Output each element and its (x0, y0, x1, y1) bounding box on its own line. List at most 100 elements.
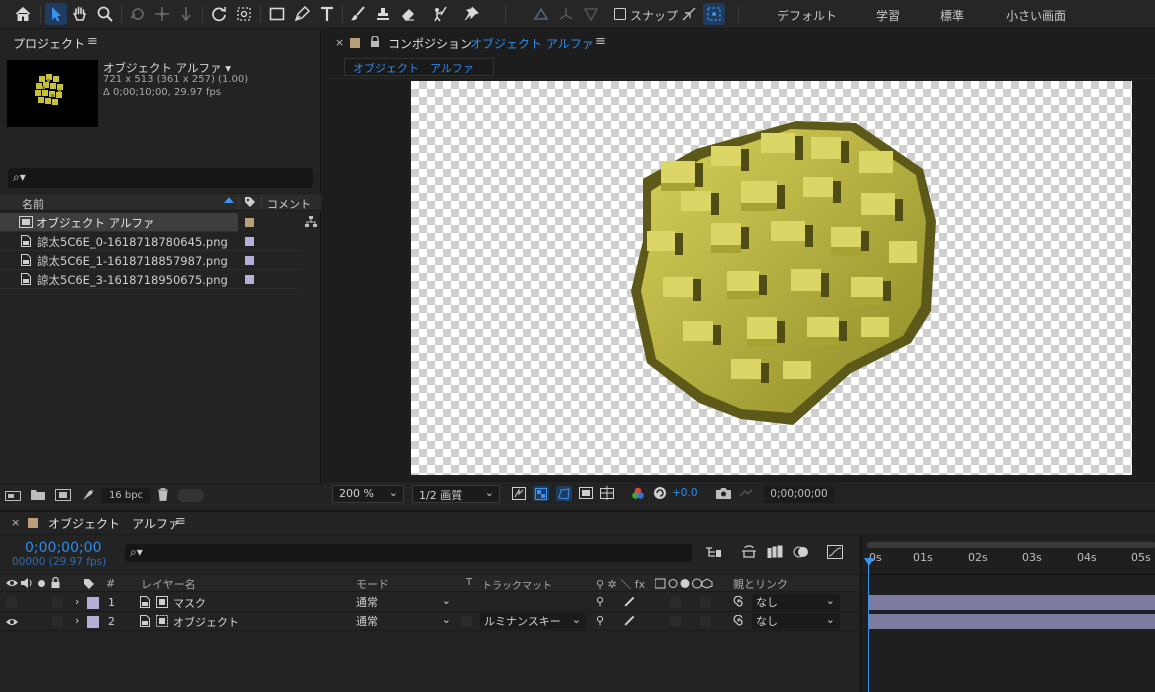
effect-switch[interactable] (670, 616, 681, 627)
label-color-swatch[interactable] (245, 218, 254, 227)
parent-dropdown[interactable]: なし ⌄ (752, 613, 840, 629)
snap-feather-icon[interactable] (678, 3, 700, 25)
label-color-swatch[interactable] (245, 275, 254, 284)
brush-tool-icon[interactable] (347, 3, 369, 25)
comp-tab-name[interactable]: オブジェクト アルファ (470, 35, 594, 52)
workspace-default[interactable]: デフォルト (777, 7, 837, 24)
label-tag-icon[interactable] (83, 578, 95, 590)
dolly-camera-icon[interactable] (175, 3, 197, 25)
anchor-point-tool-icon[interactable] (233, 3, 255, 25)
timeline-tab-name[interactable]: オブジェクト アルファ (48, 515, 180, 532)
workspace-small-screen[interactable]: 小さい画面 (1006, 7, 1066, 24)
project-item-file[interactable]: 諒太5C6E_3-1618718950675.png (0, 270, 300, 289)
lock-toggle[interactable] (52, 597, 63, 608)
fast-previews-icon[interactable] (512, 487, 526, 500)
quality-switch-icon[interactable] (624, 615, 635, 626)
chevron-right-icon[interactable]: › (75, 614, 79, 627)
motion-blur-icon[interactable] (793, 545, 809, 559)
axis-mode-icon[interactable] (555, 3, 577, 25)
col-parent-header[interactable]: 親とリンク (733, 576, 788, 592)
show-snapshot-icon[interactable] (739, 487, 753, 499)
lock-icon[interactable] (51, 577, 60, 588)
selection-tool-icon[interactable] (45, 3, 67, 25)
graph-editor-icon[interactable] (827, 545, 843, 559)
video-toggle[interactable] (6, 597, 17, 608)
puppet-pin-tool-icon[interactable] (460, 3, 482, 25)
interpret-footage-icon[interactable] (5, 489, 21, 501)
workspace-standard[interactable]: 標準 (940, 7, 964, 24)
time-graph[interactable]: 0s 01s 02s 03s 04s 05s (860, 536, 1155, 692)
3d-switch[interactable] (700, 616, 711, 627)
audio-speaker-icon[interactable] (21, 578, 32, 588)
layer-duration-bar[interactable] (869, 595, 1155, 610)
col-comment-header[interactable]: コメント (267, 196, 311, 212)
panel-menu-icon[interactable]: ≡ (595, 34, 606, 49)
video-eye-icon[interactable] (6, 617, 18, 627)
blend-mode-dropdown[interactable]: 通常 ⌄ (352, 594, 456, 610)
label-color-swatch[interactable] (245, 237, 254, 246)
pen-tool-icon[interactable] (291, 3, 313, 25)
shy-switch-icon[interactable]: ⚲ (596, 595, 604, 608)
panel-menu-icon[interactable]: ≡ (87, 34, 98, 49)
home-icon[interactable] (12, 3, 34, 25)
project-item-file[interactable]: 諒太5C6E_1-1618718857987.png (0, 251, 300, 270)
pickwhip-spiral-icon[interactable] (733, 596, 745, 608)
comp-tab-prefix[interactable]: コンポジション (388, 35, 472, 52)
col-layer-name-header[interactable]: レイヤー名 (141, 576, 196, 592)
zoom-tool-icon[interactable] (94, 3, 116, 25)
video-eye-icon[interactable] (6, 578, 18, 588)
parent-dropdown[interactable]: なし ⌄ (752, 594, 840, 610)
roto-brush-tool-icon[interactable] (430, 3, 452, 25)
3d-switch[interactable] (700, 597, 711, 608)
pickwhip-spiral-icon[interactable] (733, 615, 745, 627)
thumbnail-toggle[interactable] (177, 489, 204, 502)
pan-camera-icon[interactable] (151, 3, 173, 25)
shy-switch-icon[interactable]: ⚲ (596, 614, 604, 627)
clone-stamp-tool-icon[interactable] (372, 3, 394, 25)
align-3d-icon[interactable] (530, 3, 552, 25)
blend-mode-dropdown[interactable]: 通常 ⌄ (352, 613, 456, 629)
label-tag-icon[interactable] (244, 196, 256, 211)
comp-flowchart-icon[interactable] (706, 546, 722, 558)
playhead-handle-icon[interactable] (864, 558, 874, 566)
current-time-display[interactable]: 0;00;00;00 (25, 540, 102, 556)
label-color-swatch[interactable] (245, 256, 254, 265)
orbit-camera-icon[interactable] (127, 3, 149, 25)
flowchart-icon[interactable] (305, 216, 317, 228)
shy-layers-icon[interactable] (741, 545, 757, 559)
hand-tool-icon[interactable] (69, 3, 91, 25)
viewer-timecode[interactable]: 0;00;00;00 (764, 485, 834, 503)
quality-switch-icon[interactable] (624, 596, 635, 607)
comp-navigator-tab[interactable]: オブジェクト アルファ (344, 58, 494, 76)
bit-depth-button[interactable]: 16 bpc (102, 488, 150, 503)
close-icon[interactable]: × (335, 36, 344, 49)
project-panel-title[interactable]: プロジェクト (13, 35, 85, 52)
type-tool-icon[interactable] (316, 3, 338, 25)
project-settings-icon[interactable] (81, 488, 95, 502)
current-time-indicator[interactable] (868, 564, 869, 692)
trash-icon[interactable] (157, 488, 169, 501)
project-item-comp[interactable]: オブジェクト アルファ (0, 213, 238, 232)
channels-icon[interactable] (631, 487, 645, 500)
view-axis-icon[interactable] (580, 3, 602, 25)
exposure-value[interactable]: +0.0 (672, 487, 698, 499)
reset-exposure-icon[interactable] (653, 486, 667, 500)
layer-name[interactable]: オブジェクト (173, 614, 239, 630)
work-area-bar[interactable] (867, 542, 1155, 548)
close-icon[interactable]: × (11, 516, 20, 529)
transparency-grid-icon[interactable] (533, 486, 549, 501)
project-item-file[interactable]: 諒太5C6E_0-1618718780645.png (0, 232, 300, 251)
col-name-header[interactable]: 名前 (22, 196, 44, 212)
workspace-learn[interactable]: 学習 (876, 7, 900, 24)
label-color-swatch[interactable] (87, 597, 99, 609)
snapshot-camera-icon[interactable] (716, 487, 731, 499)
layer-row[interactable]: › 1 マスク 通常 ⌄ ⚲ なし ⌄ (0, 593, 860, 612)
comp-canvas[interactable] (411, 81, 1132, 475)
timeline-search-input[interactable]: ⌕▾ (125, 544, 692, 562)
new-folder-icon[interactable] (31, 489, 45, 501)
region-of-interest-icon[interactable] (579, 487, 593, 499)
panel-menu-icon[interactable]: ≡ (175, 514, 186, 529)
new-composition-icon[interactable] (55, 489, 71, 501)
resolution-dropdown[interactable]: 1/2 画質 ⌄ (412, 485, 500, 503)
mask-visibility-icon[interactable] (556, 486, 572, 501)
